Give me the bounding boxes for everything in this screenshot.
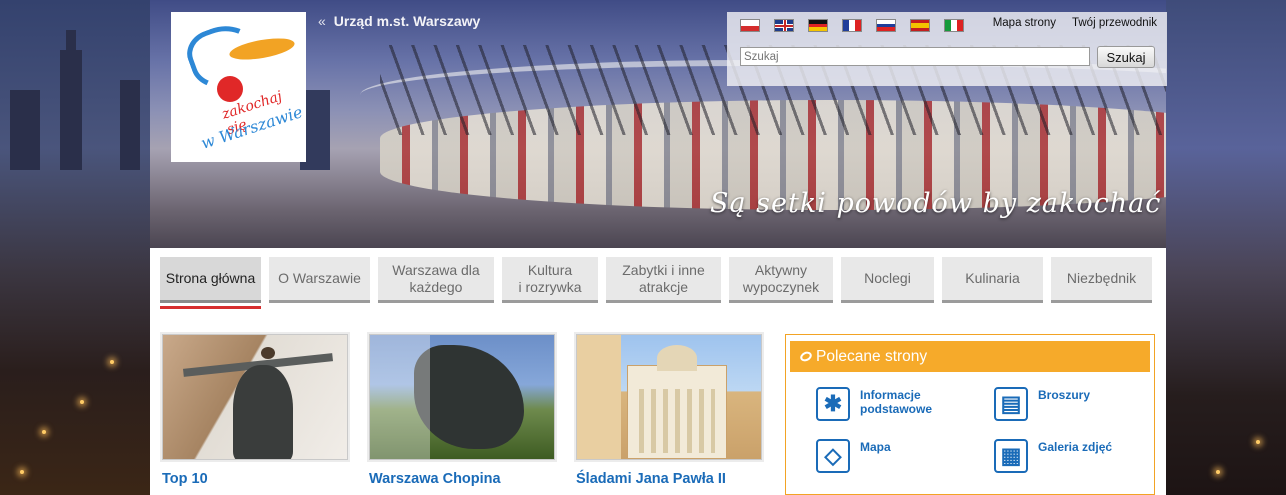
utility-panel: Mapa strony Twój przewodnik Szukaj	[727, 12, 1167, 86]
chopin-image[interactable]	[369, 334, 555, 460]
tile-top10[interactable]: Top 10	[162, 334, 348, 487]
nav-essentials[interactable]: Niezbędnik	[1051, 257, 1152, 303]
recommended-header: Polecane strony	[790, 341, 1150, 372]
site-logo[interactable]: zakochaj się w Warszawie	[171, 12, 306, 162]
russian-flag-icon[interactable]	[876, 19, 896, 32]
main-nav: Strona główna O Warszawie Warszawa dla k…	[160, 257, 1152, 309]
recommended-pages-box: Polecane strony ✱ Informacje podstawowe …	[785, 334, 1155, 495]
german-flag-icon[interactable]	[808, 19, 828, 32]
asterisk-icon[interactable]: ✱	[816, 387, 850, 421]
top10-image[interactable]	[162, 334, 348, 460]
main-content: Strona główna O Warszawie Warszawa dla k…	[150, 248, 1166, 495]
apple-icon	[217, 76, 243, 102]
italian-flag-icon[interactable]	[944, 19, 964, 32]
nav-active-leisure[interactable]: Aktywny wypoczynek	[729, 257, 833, 303]
tile-caption[interactable]: Top 10	[162, 471, 348, 487]
nav-warsaw-for-everyone[interactable]: Warszawa dla każdego	[378, 257, 494, 303]
rec-map[interactable]: ◇ Mapa	[816, 439, 891, 473]
map-icon[interactable]: ◇	[816, 439, 850, 473]
nav-culture[interactable]: Kultura i rozrywka	[502, 257, 598, 303]
tile-chopin[interactable]: Warszawa Chopina	[369, 334, 555, 487]
your-guide-link[interactable]: Twój przewodnik	[1072, 17, 1157, 29]
recommended-title: Polecane strony	[816, 347, 928, 365]
john-paul-image[interactable]	[576, 334, 762, 460]
gallery-icon[interactable]: ▦	[994, 439, 1028, 473]
language-selector	[740, 19, 964, 32]
tile-john-paul[interactable]: Śladami Jana Pawła II	[576, 334, 762, 487]
nav-attractions[interactable]: Zabytki i inne atrakcje	[606, 257, 721, 303]
french-flag-icon[interactable]	[842, 19, 862, 32]
nav-accommodation[interactable]: Noclegi	[841, 257, 934, 303]
tile-caption[interactable]: Śladami Jana Pawła II	[576, 471, 762, 487]
search-input[interactable]	[740, 47, 1090, 66]
left-cityscape	[0, 0, 150, 495]
tile-caption[interactable]: Warszawa Chopina	[369, 471, 555, 487]
banner-slogan: Są setki powodów by zakochać się w Warsz…	[710, 188, 1166, 219]
uk-flag-icon[interactable]	[774, 19, 794, 32]
nav-cuisine[interactable]: Kulinaria	[942, 257, 1043, 303]
right-cityscape	[1166, 0, 1286, 495]
sitemap-link[interactable]: Mapa strony	[993, 17, 1056, 29]
rec-gallery[interactable]: ▦ Galeria zdjęć	[994, 439, 1112, 473]
nav-about-warsaw[interactable]: O Warszawie	[269, 257, 370, 303]
city-hall-link-label: Urząd m.st. Warszawy	[333, 13, 481, 29]
chevron-left-icon: «	[318, 13, 326, 29]
nav-home[interactable]: Strona główna	[160, 257, 261, 309]
polish-flag-icon[interactable]	[740, 19, 760, 32]
bullet-icon	[798, 349, 814, 364]
spanish-flag-icon[interactable]	[910, 19, 930, 32]
city-hall-link[interactable]: « Urząd m.st. Warszawy	[318, 13, 480, 29]
rec-brochures[interactable]: ▤ Broszury	[994, 387, 1090, 421]
rec-basic-info[interactable]: ✱ Informacje podstawowe	[816, 387, 932, 421]
search-button[interactable]: Szukaj	[1097, 46, 1155, 68]
brochure-icon[interactable]: ▤	[994, 387, 1028, 421]
